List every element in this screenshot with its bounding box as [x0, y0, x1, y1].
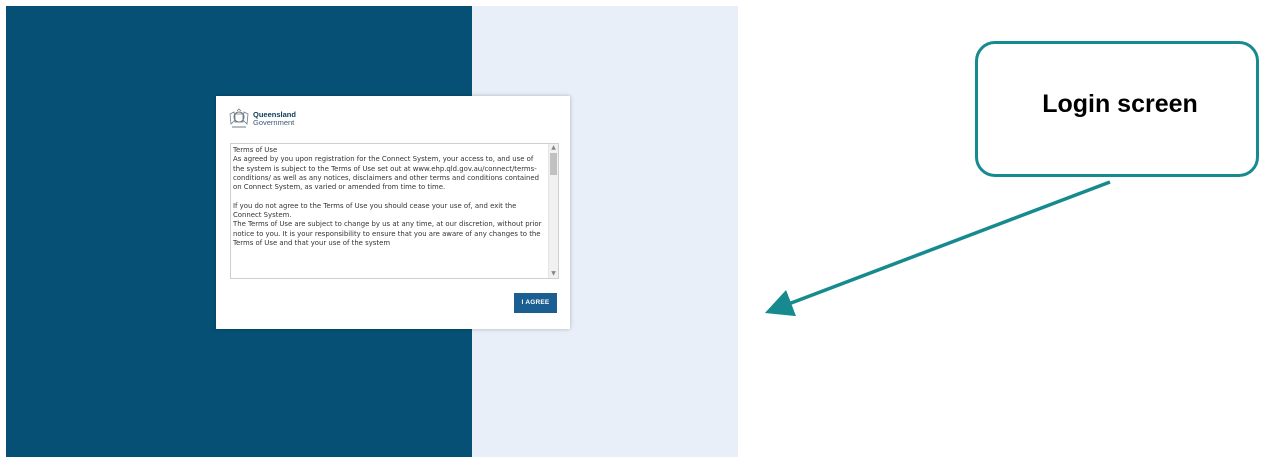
login-screen-callout: Login screen [975, 41, 1259, 177]
scroll-up-icon[interactable]: ▲ [549, 144, 558, 152]
i-agree-button[interactable]: I AGREE [514, 293, 557, 313]
terms-scrollbar[interactable]: ▲ ▼ [548, 144, 558, 278]
login-screenshot: Queensland Government Terms of Use As ag… [6, 6, 738, 457]
document-page: Queensland Government Terms of Use As ag… [0, 0, 1266, 457]
callout-label: Login screen [1042, 90, 1198, 118]
arrow-line [764, 180, 1111, 317]
terms-of-use-textbox[interactable]: Terms of Use As agreed by you upon regis… [230, 143, 559, 279]
queensland-government-logo: Queensland Government [228, 106, 348, 132]
terms-modal: Queensland Government Terms of Use As ag… [216, 96, 570, 329]
terms-paragraph-1: As agreed by you upon registration for t… [233, 155, 540, 192]
logo-wordmark: Queensland Government [253, 111, 296, 127]
terms-paragraph-3: The Terms of Use are subject to change b… [233, 220, 542, 247]
terms-paragraph-2: If you do not agree to the Terms of Use … [233, 201, 517, 220]
terms-content: Terms of Use As agreed by you upon regis… [233, 146, 543, 248]
logo-line-government: Government [253, 118, 295, 127]
queensland-crest-icon [229, 108, 249, 128]
terms-heading: Terms of Use [233, 146, 278, 154]
scroll-thumb[interactable] [550, 153, 557, 175]
scroll-down-icon[interactable]: ▼ [549, 270, 558, 278]
